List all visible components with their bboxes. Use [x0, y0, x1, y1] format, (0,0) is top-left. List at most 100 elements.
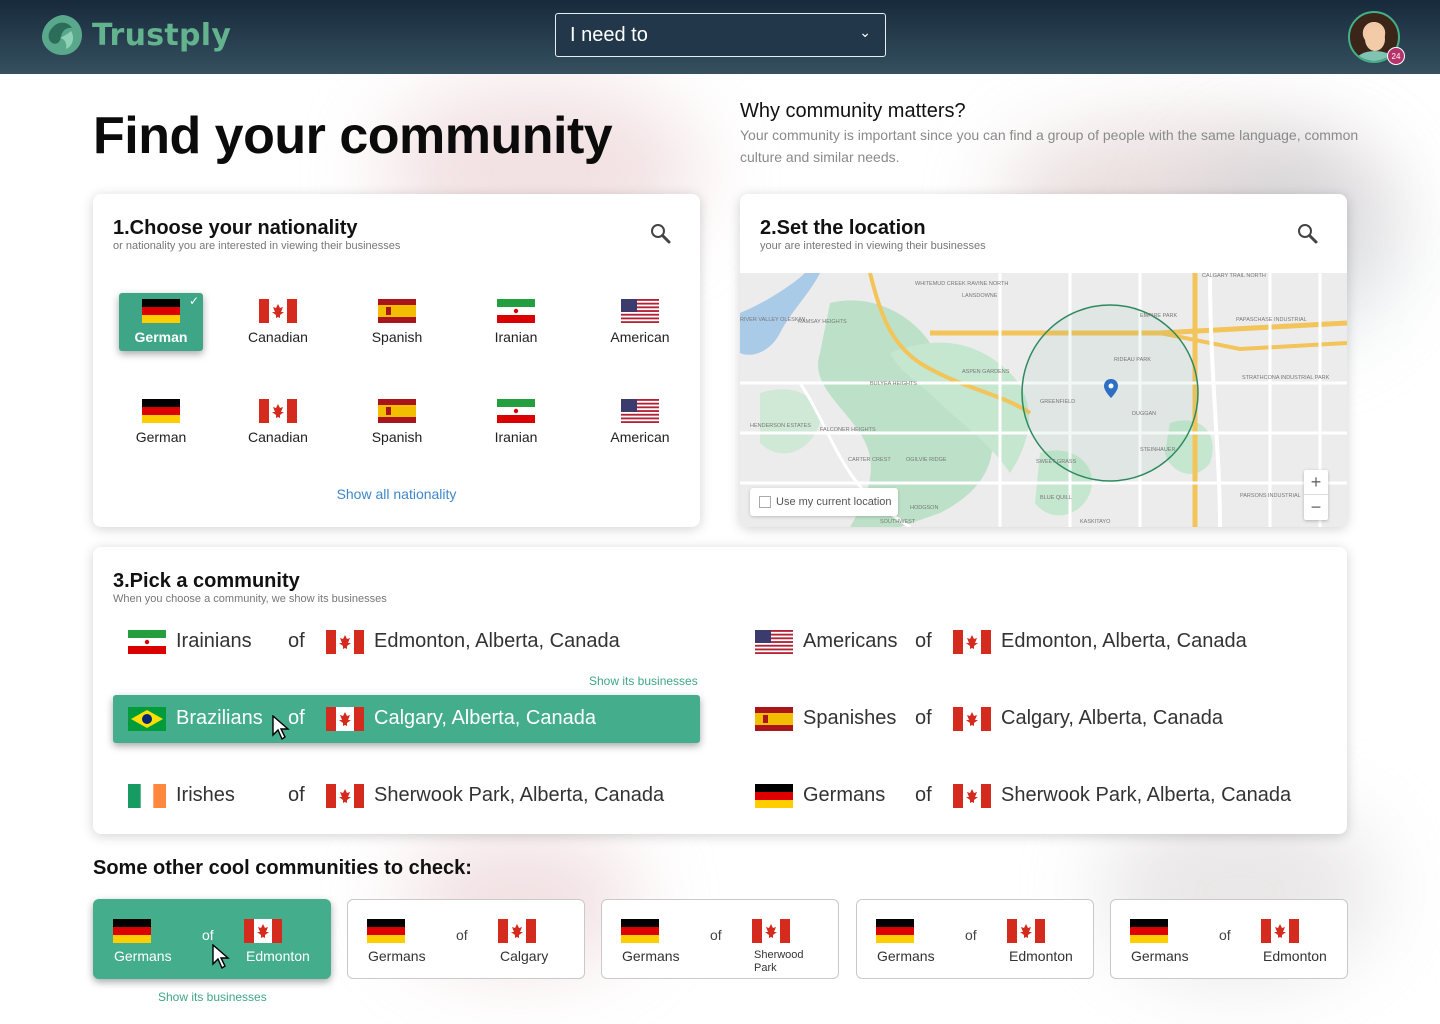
other-community-nationality: Germans	[368, 948, 426, 964]
nationality-label: Spanish	[371, 429, 423, 445]
map-label: GREENFIELD	[1040, 399, 1075, 405]
usa-flag-icon	[621, 399, 659, 423]
nationality-label: German	[135, 429, 187, 445]
nationality-option[interactable]: Spanish	[355, 293, 439, 351]
location-title: 2.Set the location	[760, 217, 926, 239]
map-label: WHITEMUD CREEK RAVINE NORTH	[915, 281, 1008, 287]
canada-flag-icon	[326, 784, 364, 808]
map-label: PARSONS INDUSTRIAL	[1240, 493, 1301, 499]
of-label: of	[288, 707, 305, 729]
nationality-option[interactable]: Iranian	[474, 293, 558, 351]
map-label: LANSDOWNE	[962, 293, 998, 299]
other-community-card[interactable]: of Germans Sherwood Park	[601, 899, 839, 979]
map-label: RAMSAY HEIGHTS	[798, 319, 847, 325]
community-city: Calgary, Alberta, Canada	[1001, 707, 1223, 729]
nationality-option[interactable]: German	[119, 393, 203, 451]
community-city: Edmonton, Alberta, Canada	[374, 630, 620, 652]
of-label: of	[915, 630, 932, 652]
canada-flag-icon	[326, 630, 364, 654]
map-label: EMPIRE PARK	[1140, 313, 1178, 319]
of-label: of	[1219, 927, 1231, 943]
other-community-card[interactable]: of Germans Edmonton	[1110, 899, 1348, 979]
of-label: of	[915, 707, 932, 729]
of-label: of	[288, 630, 305, 652]
nationality-label: American	[610, 329, 670, 345]
nationality-option[interactable]: Canadian	[236, 293, 320, 351]
nationality-option[interactable]: Iranian	[474, 393, 558, 451]
other-community-card[interactable]: of Germans Calgary	[347, 899, 585, 979]
nationality-label: Canadian	[248, 429, 308, 445]
mouse-cursor-icon	[212, 944, 230, 970]
nationality-subtitle: or nationality you are interested in vie…	[113, 240, 401, 252]
map-label: SOUTHWEST	[880, 519, 916, 525]
nationality-option[interactable]: American	[598, 393, 682, 451]
map-label: HENDERSON ESTATES	[750, 423, 811, 429]
show-its-businesses-link[interactable]: Show its businesses	[589, 674, 698, 688]
iran-flag-icon	[497, 299, 535, 323]
other-community-city: Edmonton	[1263, 948, 1327, 964]
community-row[interactable]: Spanishes of Calgary, Alberta, Canada	[740, 695, 1327, 743]
map-label: SWEET GRASS	[1036, 459, 1077, 465]
show-all-nationality-link[interactable]: Show all nationality	[93, 486, 700, 502]
other-community-city: Calgary	[500, 948, 549, 964]
canada-flag-icon	[259, 299, 297, 323]
community-nationality: Germans	[803, 784, 886, 806]
search-icon[interactable]	[650, 223, 672, 245]
canada-flag-icon	[1261, 919, 1299, 943]
community-row[interactable]: Irishes of Sherwook Park, Alberta, Canada	[113, 772, 700, 820]
community-nationality: Spanishes	[803, 707, 897, 729]
nationality-label: German	[134, 329, 188, 345]
community-row[interactable]: Brazilians of Calgary, Alberta, Canada	[113, 695, 700, 743]
map-label: STRATHCONA INDUSTRIAL PARK	[1242, 375, 1330, 381]
map-label: RIVER VALLEY OLESKIW	[740, 317, 806, 323]
community-row[interactable]: Americans of Edmonton, Alberta, Canada	[740, 618, 1327, 666]
why-community-text: Your community is important since you ca…	[740, 127, 1359, 165]
map-label: BLUE QUILL	[1040, 495, 1072, 501]
community-city: Sherwook Park, Alberta, Canada	[1001, 784, 1292, 806]
location-map[interactable]: RIVER VALLEY OLESKIW RAMSAY HEIGHTS LANSDO…	[740, 273, 1347, 527]
map-label: DUGGAN	[1132, 411, 1156, 417]
map-label: CARTER CREST	[848, 457, 891, 463]
nationality-option[interactable]: Canadian	[236, 393, 320, 451]
iran-flag-icon	[128, 630, 166, 654]
nationality-card: 1.Choose your nationality or nationality…	[93, 194, 700, 527]
community-nationality: Irishes	[176, 784, 235, 806]
community-row[interactable]: Germans of Sherwook Park, Alberta, Canada	[740, 772, 1327, 820]
germany-flag-icon	[876, 919, 914, 943]
map-zoom-control: + −	[1304, 470, 1328, 520]
nationality-label: Iranian	[494, 429, 538, 445]
canada-flag-icon	[244, 919, 282, 943]
nationality-option[interactable]: American	[598, 293, 682, 351]
germany-flag-icon	[621, 919, 659, 943]
other-community-nationality: Germans	[114, 948, 172, 964]
use-current-location-checkbox[interactable]: Use my current location	[750, 488, 898, 516]
map-label: FALCONER HEIGHTS	[820, 427, 876, 433]
page-title: Find your community	[93, 107, 613, 165]
use-current-location-label: Use my current location	[776, 496, 892, 508]
community-city: Calgary, Alberta, Canada	[374, 707, 596, 729]
location-subtitle: your are interested in viewing their bus…	[760, 240, 986, 252]
community-card: 3.Pick a community When you choose a com…	[93, 547, 1347, 834]
brand-logo[interactable]: Trustply	[40, 13, 231, 57]
other-community-card[interactable]: of Germans Edmonton	[856, 899, 1094, 979]
zoom-out-button[interactable]: −	[1304, 495, 1328, 520]
other-community-city: Edmonton	[246, 948, 310, 964]
search-icon[interactable]	[1297, 223, 1319, 245]
spain-flag-icon	[378, 399, 416, 423]
zoom-in-button[interactable]: +	[1304, 470, 1328, 495]
of-label: of	[710, 927, 722, 943]
notification-badge: 24	[1387, 47, 1405, 65]
canada-flag-icon	[752, 919, 790, 943]
nationality-title: 1.Choose your nationality	[113, 217, 358, 239]
map-label: HODGSON	[910, 505, 938, 511]
nationality-option[interactable]: ✓ German	[119, 293, 203, 351]
show-its-businesses-link[interactable]: Show its businesses	[158, 990, 267, 1004]
canada-flag-icon	[953, 630, 991, 654]
community-row[interactable]: Irainians of Edmonton, Alberta, Canada	[113, 618, 700, 666]
germany-flag-icon	[113, 919, 151, 943]
need-select[interactable]: I need to ⌄	[555, 13, 886, 57]
nationality-option[interactable]: Spanish	[355, 393, 439, 451]
community-nationality: Brazilians	[176, 707, 263, 729]
need-select-value: I need to	[570, 24, 648, 46]
other-community-nationality: Germans	[1131, 948, 1189, 964]
